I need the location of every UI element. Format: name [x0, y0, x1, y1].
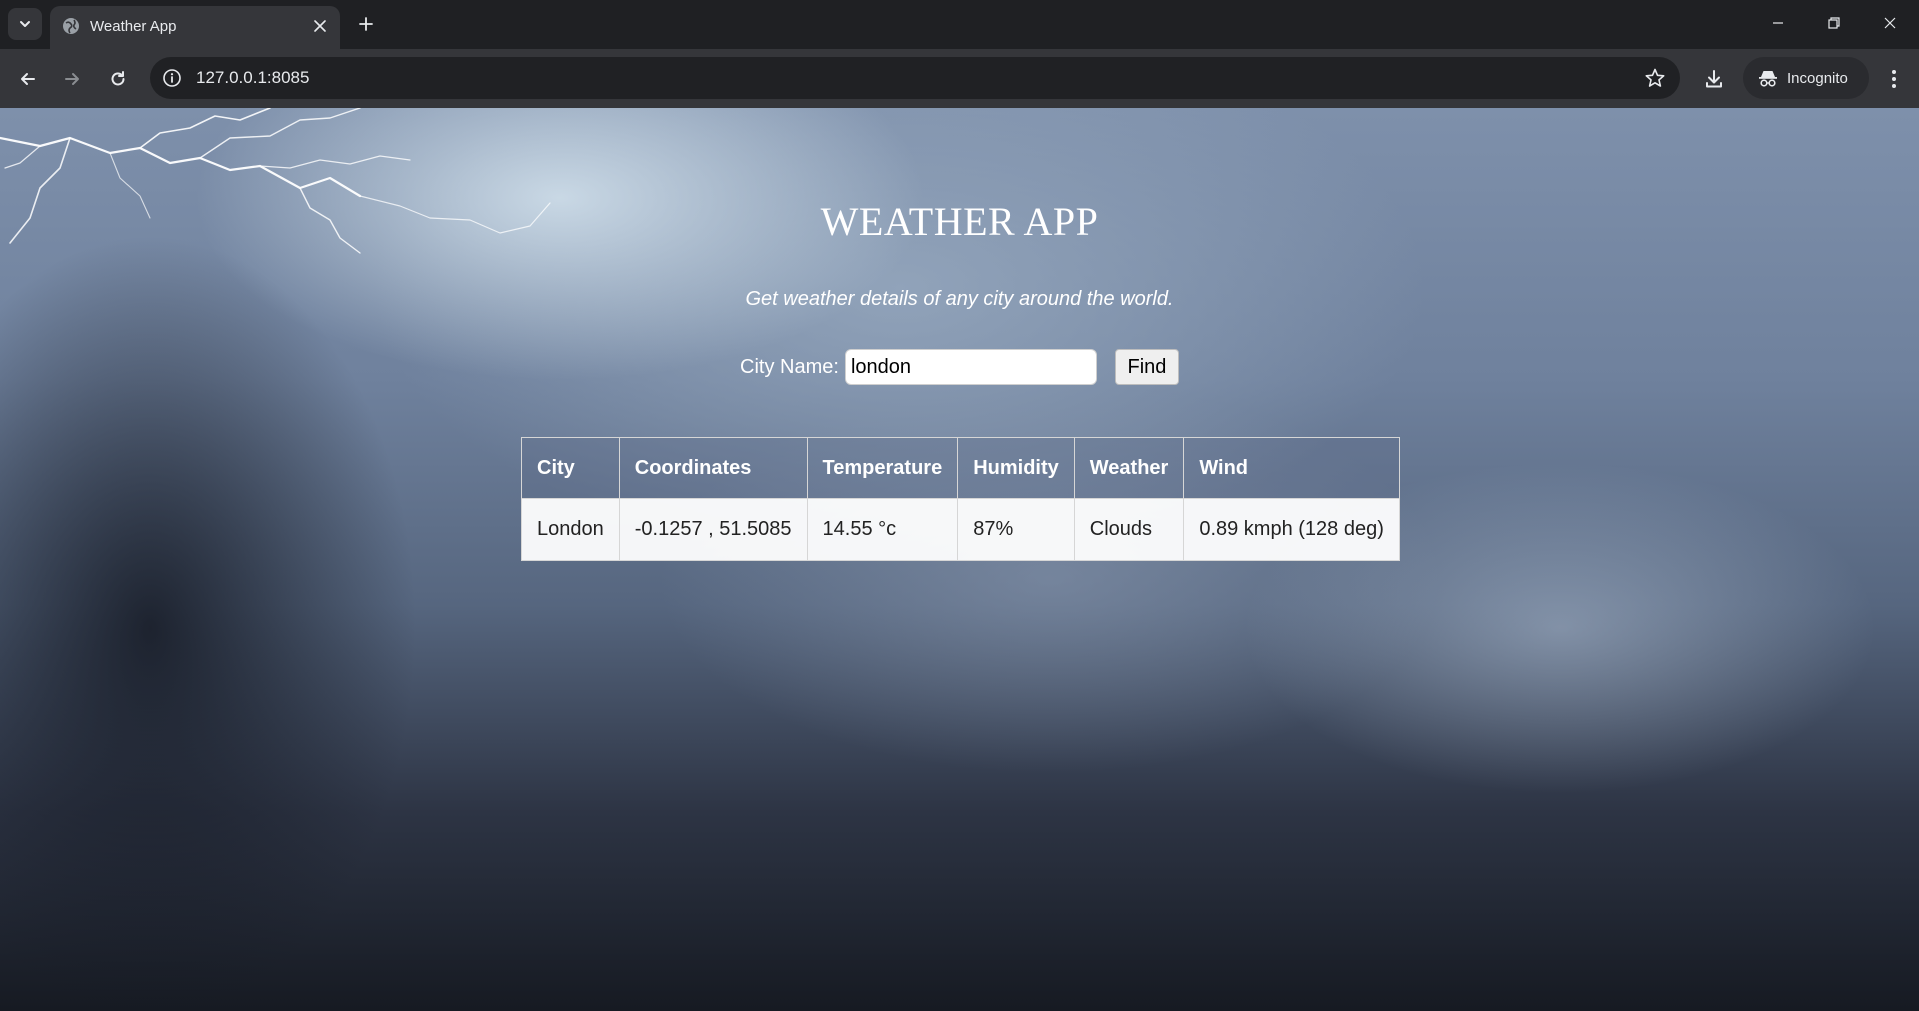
info-icon[interactable] — [162, 68, 182, 88]
reload-icon — [111, 71, 125, 86]
table-row: London -0.1257 , 51.5085 14.55 °c 87% Cl… — [521, 498, 1400, 561]
browser-menu-button[interactable] — [1878, 63, 1910, 95]
tab-close-button[interactable] — [310, 16, 330, 36]
header-wind: Wind — [1183, 437, 1400, 499]
close-window-button[interactable] — [1870, 8, 1910, 38]
globe-icon — [63, 18, 79, 34]
download-icon — [1706, 70, 1722, 88]
header-temperature: Temperature — [806, 437, 959, 499]
incognito-badge[interactable]: Incognito — [1743, 57, 1869, 99]
browser-tab-strip: Weather App — [0, 0, 1919, 49]
address-bar[interactable]: 127.0.0.1:8085 — [150, 57, 1680, 99]
header-city: City — [521, 437, 620, 499]
close-icon — [1884, 17, 1896, 29]
incognito-label: Incognito — [1787, 69, 1848, 87]
url-text[interactable]: 127.0.0.1:8085 — [196, 68, 309, 88]
header-humidity: Humidity — [957, 437, 1075, 499]
cell-city: London — [521, 498, 620, 561]
back-button[interactable] — [12, 63, 44, 95]
tab-search-button[interactable] — [8, 8, 42, 40]
city-name-label: City Name: — [740, 355, 839, 378]
minimize-button[interactable] — [1758, 8, 1798, 38]
reload-button[interactable] — [102, 63, 134, 95]
page-subtitle: Get weather details of any city around t… — [745, 288, 1174, 310]
cell-humidity: 87% — [957, 498, 1075, 561]
tab-title: Weather App — [90, 18, 177, 35]
plus-icon — [359, 17, 373, 31]
header-coordinates: Coordinates — [618, 437, 808, 499]
forward-button[interactable] — [56, 63, 88, 95]
table-header-row: City Coordinates Temperature Humidity We… — [521, 437, 1400, 499]
header-weather: Weather — [1073, 437, 1185, 499]
arrow-right-icon — [65, 73, 79, 85]
cell-weather: Clouds — [1073, 498, 1185, 561]
minimize-icon — [1773, 22, 1783, 24]
page-viewport: WEATHER APP Get weather details of any c… — [0, 108, 1919, 1011]
cell-coordinates: -0.1257 , 51.5085 — [618, 498, 808, 561]
chevron-down-icon — [20, 21, 30, 27]
page-title: WEATHER APP — [820, 199, 1099, 244]
arrow-left-icon — [21, 73, 35, 85]
restore-icon — [1828, 17, 1840, 29]
downloads-button[interactable] — [1698, 63, 1730, 95]
new-tab-button[interactable] — [352, 10, 380, 38]
cell-temperature: 14.55 °c — [806, 498, 959, 561]
restore-button[interactable] — [1814, 8, 1854, 38]
browser-toolbar: 127.0.0.1:8085 Incognito — [0, 49, 1919, 108]
star-icon[interactable] — [1644, 67, 1666, 89]
close-icon — [314, 20, 326, 32]
browser-tab-weather-app[interactable]: Weather App — [50, 6, 340, 49]
cell-wind: 0.89 kmph (128 deg) — [1183, 498, 1400, 561]
find-button[interactable]: Find — [1114, 349, 1179, 385]
incognito-icon — [1759, 71, 1777, 87]
weather-results-table: City Coordinates Temperature Humidity We… — [521, 437, 1400, 561]
city-search-form: City Name: Find — [0, 349, 1919, 385]
city-name-input[interactable] — [844, 349, 1097, 385]
kebab-icon — [1892, 70, 1896, 88]
